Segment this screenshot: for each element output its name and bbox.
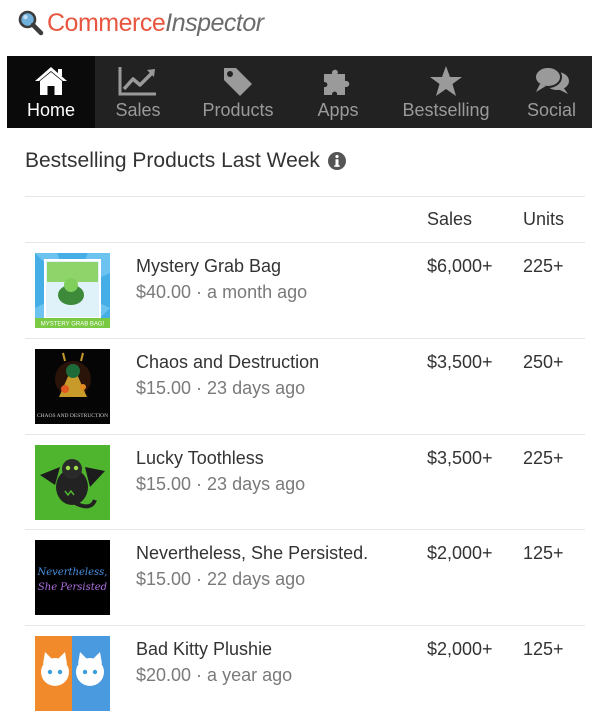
product-thumbnail-mystery-grab-bag[interactable]: MYSTERY GRAB BAG! xyxy=(35,253,110,328)
magnifier-icon xyxy=(17,9,45,37)
product-name[interactable]: Lucky Toothless xyxy=(136,448,264,469)
table-row[interactable]: Nevertheless, She Persisted Nevertheless… xyxy=(25,530,585,626)
nav-item-products[interactable]: Products xyxy=(181,56,295,128)
product-units: 125+ xyxy=(523,639,564,659)
nav-label-sales: Sales xyxy=(115,100,161,120)
product-name[interactable]: Chaos and Destruction xyxy=(136,352,319,373)
product-units: 125+ xyxy=(523,543,564,563)
brand-name-part1: Commerce xyxy=(47,9,166,37)
section-title: Bestselling Products Last Week xyxy=(25,149,347,173)
nav-item-home[interactable]: Home xyxy=(7,56,95,128)
column-header-units[interactable]: Units xyxy=(523,209,564,230)
thumbnail-caption: MYSTERY GRAB BAG! xyxy=(41,322,105,328)
product-name[interactable]: Nevertheless, She Persisted. xyxy=(136,543,368,564)
product-sales: $6,000+ xyxy=(427,256,493,276)
product-name[interactable]: Bad Kitty Plushie xyxy=(136,639,272,660)
nav-item-sales[interactable]: Sales xyxy=(95,56,181,128)
nav-label-social: Social xyxy=(526,100,577,120)
product-sales: $3,500+ xyxy=(427,448,493,468)
brand-name-part2: Inspector xyxy=(165,9,264,37)
product-name[interactable]: Mystery Grab Bag xyxy=(136,256,281,277)
chart-icon xyxy=(118,64,158,98)
product-sales: $2,000+ xyxy=(427,639,493,659)
product-thumbnail-lucky-toothless[interactable] xyxy=(35,445,110,520)
table-row[interactable]: CHAOS AND DESTRUCTION Chaos and Destruct… xyxy=(25,339,585,435)
table-row[interactable]: Lucky Toothless $15.00 · 23 days ago $3,… xyxy=(25,435,585,531)
thumbnail-text-line1: Nevertheless, xyxy=(37,567,108,578)
star-icon xyxy=(429,64,463,98)
product-meta: $40.00 · a month ago xyxy=(136,282,308,302)
nav-label-apps: Apps xyxy=(317,100,359,120)
nav-item-bestselling[interactable]: Bestselling xyxy=(381,56,511,128)
nav-label-products: Products xyxy=(202,100,274,120)
brand-logo[interactable]: CommerceInspector xyxy=(17,9,264,37)
table-row[interactable]: Bad Kitty Plushie $20.00 · a year ago $2… xyxy=(25,626,585,722)
section-title-text: Bestselling Products Last Week xyxy=(25,149,320,172)
nav-label-home: Home xyxy=(26,100,75,120)
thumbnail-caption: CHAOS AND DESTRUCTION xyxy=(37,413,108,419)
product-meta: $20.00 · a year ago xyxy=(136,665,293,685)
product-units: 225+ xyxy=(523,256,564,276)
app-header: CommerceInspector xyxy=(0,0,592,55)
info-icon[interactable] xyxy=(327,151,347,171)
product-meta: $15.00 · 23 days ago xyxy=(136,474,306,494)
chat-icon xyxy=(533,64,571,98)
product-units: 250+ xyxy=(523,352,564,372)
thumbnail-text-line2: She Persisted xyxy=(38,582,107,593)
product-units: 225+ xyxy=(523,448,564,468)
main-nav: Home Sales Products Apps Bestselling Soc… xyxy=(7,56,592,128)
table-row[interactable]: MYSTERY GRAB BAG! Mystery Grab Bag $40.0… xyxy=(25,243,585,339)
tag-icon xyxy=(221,64,255,98)
product-meta: $15.00 · 23 days ago xyxy=(136,378,306,398)
nav-item-social[interactable]: Social xyxy=(511,56,592,128)
brand-name: CommerceInspector xyxy=(47,9,264,37)
product-thumbnail-chaos-and-destruction[interactable]: CHAOS AND DESTRUCTION xyxy=(35,349,110,424)
home-icon xyxy=(34,64,68,98)
column-header-sales[interactable]: Sales xyxy=(427,209,472,230)
product-meta: $15.00 · 22 days ago xyxy=(136,569,306,589)
nav-item-apps[interactable]: Apps xyxy=(295,56,381,128)
product-sales: $3,500+ xyxy=(427,352,493,372)
product-thumbnail-nevertheless[interactable]: Nevertheless, She Persisted xyxy=(35,540,110,615)
puzzle-icon xyxy=(321,64,355,98)
table-top-divider xyxy=(25,196,585,197)
nav-label-bestselling: Bestselling xyxy=(402,100,490,120)
product-sales: $2,000+ xyxy=(427,543,493,563)
